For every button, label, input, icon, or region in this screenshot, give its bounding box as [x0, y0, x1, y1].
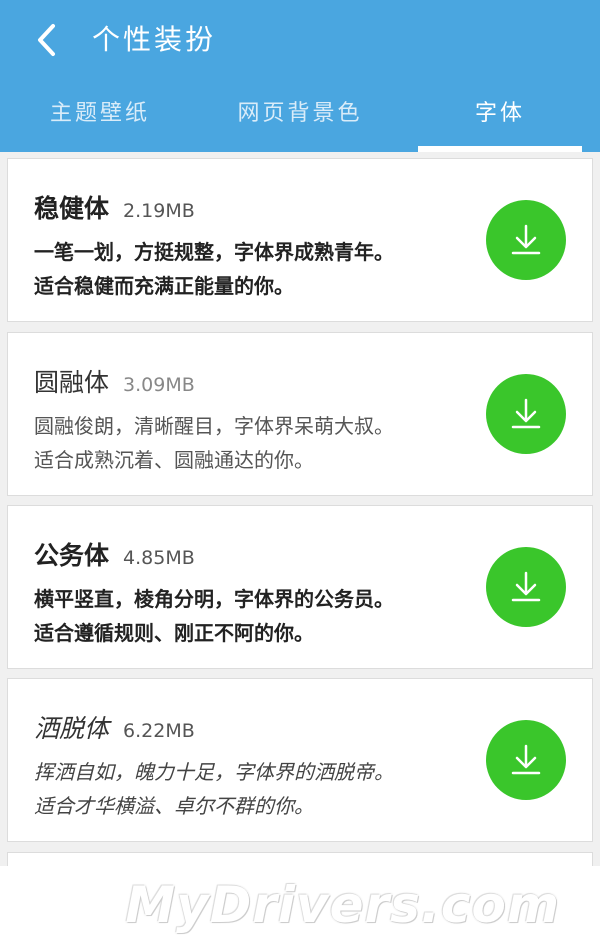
font-description-line: 挥洒自如，魄力十足，字体界的洒脱帝。 — [34, 760, 394, 784]
download-icon — [511, 571, 541, 602]
font-card-wenjian[interactable]: 稳健体 2.19MB 一笔一划，方挺规整，字体界成熟青年。 适合稳健而充满正能量… — [7, 158, 593, 322]
font-file-size: 2.19MB — [123, 200, 195, 222]
page-title: 个性装扮 — [92, 23, 217, 56]
download-button[interactable] — [486, 374, 566, 454]
font-description: 圆融俊朗，清晰醒目，字体界呆萌大叔。 适合成熟沉着、圆融通达的你。 — [34, 409, 474, 477]
font-card-sasuo[interactable]: 洒脱体 6.22MB 挥洒自如，魄力十足，字体界的洒脱帝。 适合才华横溢、卓尔不… — [7, 678, 593, 842]
font-description: 横平竖直，棱角分明，字体界的公务员。 适合遵循规则、刚正不阿的你。 — [34, 582, 474, 650]
download-button[interactable] — [486, 720, 566, 800]
watermark: MyDrivers.com — [125, 876, 560, 934]
download-icon — [511, 744, 541, 775]
tab-web-background[interactable]: 网页背景色 — [200, 86, 400, 152]
font-description-line: 适合遵循规则、刚正不阿的你。 — [34, 621, 314, 645]
font-description-line: 适合成熟沉着、圆融通达的你。 — [34, 448, 314, 472]
download-button[interactable] — [486, 547, 566, 627]
font-description: 一笔一划，方挺规整，字体界成熟青年。 适合稳健而充满正能量的你。 — [34, 235, 474, 303]
font-description-line: 横平竖直，棱角分明，字体界的公务员。 — [34, 587, 394, 611]
back-button[interactable] — [26, 18, 66, 62]
font-description-line: 适合稳健而充满正能量的你。 — [34, 274, 294, 298]
font-title-row: 圆融体 3.09MB — [34, 363, 195, 403]
font-card-yuanrong[interactable]: 圆融体 3.09MB 圆融俊朗，清晰醒目，字体界呆萌大叔。 适合成熟沉着、圆融通… — [7, 332, 593, 496]
font-card-gongwu[interactable]: 公务体 4.85MB 横平竖直，棱角分明，字体界的公务员。 适合遵循规则、刚正不… — [7, 505, 593, 669]
font-description: 挥洒自如，魄力十足，字体界的洒脱帝。 适合才华横溢、卓尔不群的你。 — [34, 755, 474, 823]
font-file-size: 4.85MB — [123, 547, 195, 569]
font-name: 公务体 — [34, 541, 110, 570]
font-file-size: 6.22MB — [123, 720, 195, 742]
tab-theme-wallpaper[interactable]: 主题壁纸 — [0, 86, 200, 152]
font-title-row: 洒脱体 6.22MB — [34, 709, 195, 749]
font-name: 圆融体 — [34, 368, 110, 397]
font-description-line: 适合才华横溢、卓尔不群的你。 — [34, 794, 314, 818]
tab-bar: 主题壁纸 网页背景色 字体 — [0, 86, 600, 152]
footer-area: MyDrivers.com — [0, 866, 600, 944]
download-icon — [511, 398, 541, 429]
font-title-row: 公务体 4.85MB — [34, 536, 195, 576]
font-name: 稳健体 — [34, 194, 110, 223]
font-title-row: 稳健体 2.19MB — [34, 189, 195, 229]
download-button[interactable] — [486, 200, 566, 280]
font-file-size: 3.09MB — [123, 374, 195, 396]
chevron-left-icon — [38, 24, 55, 56]
font-description-line: 圆融俊朗，清晰醒目，字体界呆萌大叔。 — [34, 414, 394, 438]
download-icon — [511, 224, 541, 255]
font-description-line: 一笔一划，方挺规整，字体界成熟青年。 — [34, 240, 394, 264]
active-tab-indicator — [418, 146, 582, 152]
font-name: 洒脱体 — [34, 714, 110, 743]
tab-font[interactable]: 字体 — [400, 86, 600, 152]
app-header: 个性装扮 主题壁纸 网页背景色 字体 — [0, 0, 600, 152]
